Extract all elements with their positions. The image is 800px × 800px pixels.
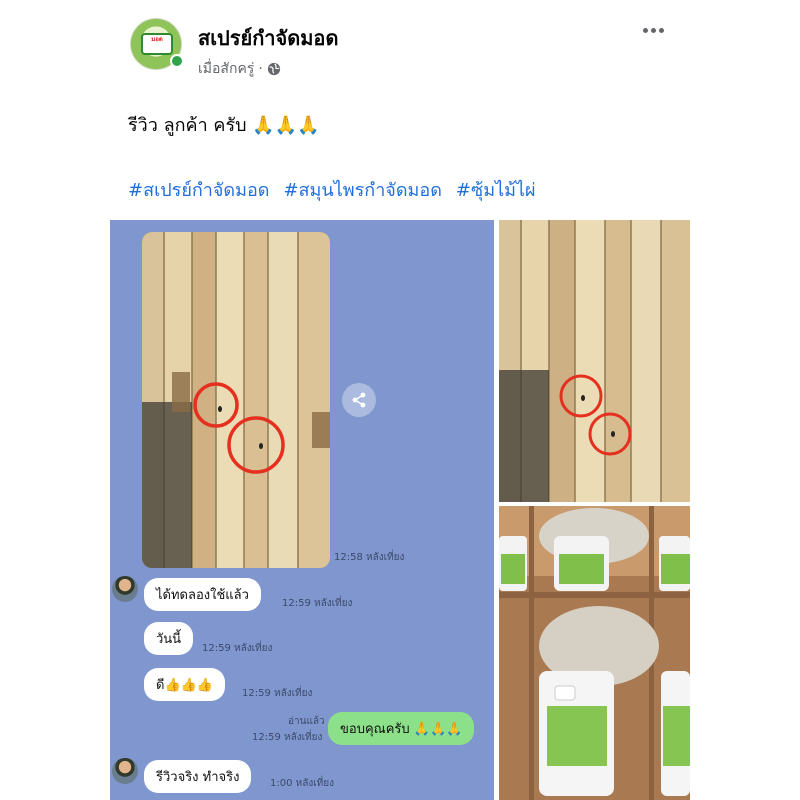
chat-message: ดี👍👍👍: [144, 668, 226, 701]
post-time[interactable]: เมื่อสักครู่: [198, 58, 254, 80]
more-options-button[interactable]: [638, 18, 668, 42]
chat-timestamp: 12:59 หลังเที่ยง: [282, 598, 353, 609]
chat-user-avatar: [112, 576, 138, 602]
post-photo-product-boxes[interactable]: [499, 506, 690, 800]
more-icon-dot: [658, 27, 664, 33]
post-photo-chat-screenshot[interactable]: 12:58 หลังเที่ยง ได้ทดลองใช้แล้ว 12:59 ห…: [110, 220, 494, 800]
avatar-logo: มอด: [141, 33, 173, 55]
chat-message: รีวิวจริง ทำจริง: [144, 760, 252, 793]
bamboo-closeup-image: [499, 220, 690, 502]
chat-user-avatar: [112, 758, 138, 784]
globe-icon: [267, 62, 280, 76]
chat-timestamp: 12:58 หลังเที่ยง: [334, 552, 405, 563]
hashtag-link[interactable]: #ซุ้มไม้ไผ่: [456, 175, 536, 204]
post-caption: รีวิว ลูกค้า ครับ 🙏🙏🙏: [128, 115, 320, 136]
page-name[interactable]: สเปรย์กำจัดมอด: [198, 22, 338, 54]
more-icon: [642, 27, 648, 33]
hashtag-link[interactable]: #สมุนไพรกำจัดมอด: [283, 175, 441, 204]
chat-bamboo-photo: [142, 232, 330, 568]
facebook-post: มอด สเปรย์กำจัดมอด เมื่อสักครู่ · รีวิว …: [110, 0, 690, 800]
bamboo-image: [142, 232, 330, 568]
online-status-dot: [170, 54, 184, 68]
product-boxes-image: [499, 506, 690, 800]
chat-timestamp: 12:59 หลังเที่ยง: [252, 732, 323, 743]
chat-message: ได้ทดลองใช้แล้ว: [144, 578, 261, 611]
page-avatar[interactable]: มอด: [130, 18, 184, 70]
post-photo-bamboo[interactable]: [499, 220, 690, 502]
chat-read-receipt: อ่านแล้ว: [288, 716, 325, 727]
meta-separator: ·: [258, 61, 263, 77]
chat-timestamp: 12:59 หลังเที่ยง: [242, 688, 313, 699]
post-meta: เมื่อสักครู่ ·: [198, 58, 281, 80]
hashtag-link[interactable]: #สเปรย์กำจัดมอด: [128, 175, 269, 204]
chat-timestamp: 12:59 หลังเที่ยง: [202, 643, 273, 654]
chat-message: วันนี้: [144, 622, 194, 655]
chat-message-mine: ขอบคุณครับ 🙏🙏🙏: [328, 712, 475, 745]
hashtag-list: #สเปรย์กำจัดมอด #สมุนไพรกำจัดมอด #ซุ้มไม…: [128, 175, 536, 204]
share-icon[interactable]: [342, 383, 376, 417]
more-icon-dot: [650, 27, 656, 33]
chat-timestamp: 1:00 หลังเที่ยง: [270, 778, 334, 789]
